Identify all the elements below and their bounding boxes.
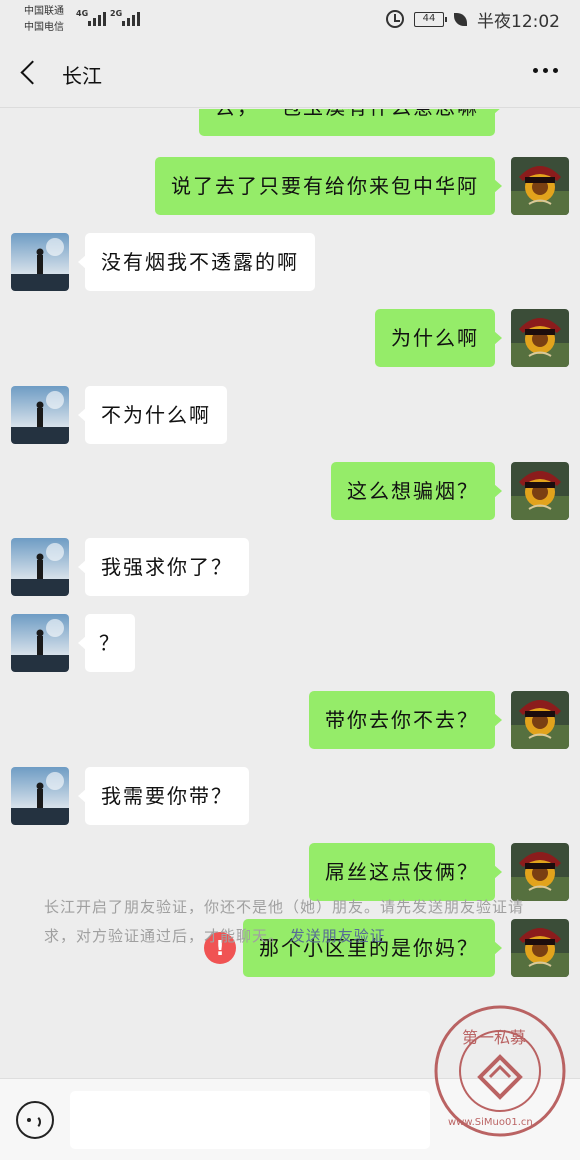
signal-2-icon bbox=[122, 12, 140, 26]
message-bubble[interactable]: 去，一包玉溪有什么意思嘛 bbox=[199, 109, 502, 136]
avatar[interactable] bbox=[511, 691, 569, 749]
signal-1-icon bbox=[88, 12, 106, 26]
send-verification-link[interactable]: 发送朋友验证 bbox=[290, 927, 386, 945]
carrier-1-label: 中国联通 bbox=[24, 6, 64, 17]
avatar[interactable] bbox=[11, 538, 69, 596]
message-row: 去，一包玉溪有什么意思嘛 bbox=[0, 109, 580, 136]
status-right: 44 半夜12:02 bbox=[386, 8, 560, 32]
message-row: 带你去你不去？ bbox=[0, 691, 580, 749]
avatar[interactable] bbox=[11, 233, 69, 291]
network-1-label: 4G bbox=[76, 9, 89, 18]
avatar[interactable] bbox=[11, 386, 69, 444]
message-row: 我需要你带？ bbox=[0, 767, 580, 825]
status-bar: 中国联通 中国电信 4G 2G 44 半夜12:02 bbox=[0, 0, 580, 40]
message-bubble[interactable]: 没有烟我不透露的啊 bbox=[78, 233, 315, 291]
message-bubble[interactable]: 不为什么啊 bbox=[78, 386, 227, 444]
watermark-top-text: 第一私募 bbox=[462, 1028, 526, 1047]
avatar[interactable] bbox=[511, 462, 569, 520]
message-bubble[interactable]: 说了去了只要有给你来包中华阿 bbox=[155, 157, 502, 215]
chat-header: 长江 bbox=[0, 40, 580, 108]
message-bubble[interactable]: 我强求你了？ bbox=[78, 538, 249, 596]
friend-verification-notice: 长江开启了朋友验证，你还不是他（她）朋友。请先发送朋友验证请求，对方验证通过后，… bbox=[44, 893, 544, 951]
message-bubble[interactable]: 这么想骗烟？ bbox=[331, 462, 502, 520]
message-bubble[interactable]: ？ bbox=[78, 614, 135, 672]
leaf-icon bbox=[454, 12, 467, 26]
notice-text: 长江开启了朋友验证，你还不是他（她）朋友。请先发送朋友验证请求，对方验证通过后，… bbox=[44, 898, 525, 945]
message-row: 不为什么啊 bbox=[0, 386, 580, 444]
avatar[interactable] bbox=[11, 614, 69, 672]
message-row: 没有烟我不透露的啊 bbox=[0, 233, 580, 291]
status-time: 半夜12:02 bbox=[477, 11, 560, 32]
avatar[interactable] bbox=[511, 157, 569, 215]
message-row: 为什么啊 bbox=[0, 309, 580, 367]
message-row: 说了去了只要有给你来包中华阿 bbox=[0, 157, 580, 215]
message-row: 这么想骗烟？ bbox=[0, 462, 580, 520]
watermark-seal: 第一私募 www.SiMuo01.cn bbox=[434, 1005, 566, 1137]
message-bubble[interactable]: 为什么啊 bbox=[375, 309, 502, 367]
more-dots-icon[interactable] bbox=[533, 68, 558, 73]
message-bubble[interactable]: 我需要你带？ bbox=[78, 767, 249, 825]
message-row: 我强求你了？ bbox=[0, 538, 580, 596]
chat-title: 长江 bbox=[62, 64, 102, 88]
watermark-bottom-text: www.SiMuo01.cn bbox=[448, 1117, 533, 1128]
carrier-2-label: 中国电信 bbox=[24, 22, 64, 33]
alarm-icon bbox=[386, 10, 404, 28]
avatar[interactable] bbox=[511, 309, 569, 367]
network-2-label: 2G bbox=[110, 9, 123, 18]
voice-icon[interactable] bbox=[16, 1101, 54, 1139]
message-row: ？ bbox=[0, 614, 580, 672]
message-bubble[interactable]: 带你去你不去？ bbox=[309, 691, 502, 749]
message-input[interactable] bbox=[70, 1091, 430, 1149]
avatar[interactable] bbox=[11, 767, 69, 825]
battery-icon: 44 bbox=[414, 11, 447, 27]
chevron-left-icon[interactable] bbox=[14, 56, 46, 92]
